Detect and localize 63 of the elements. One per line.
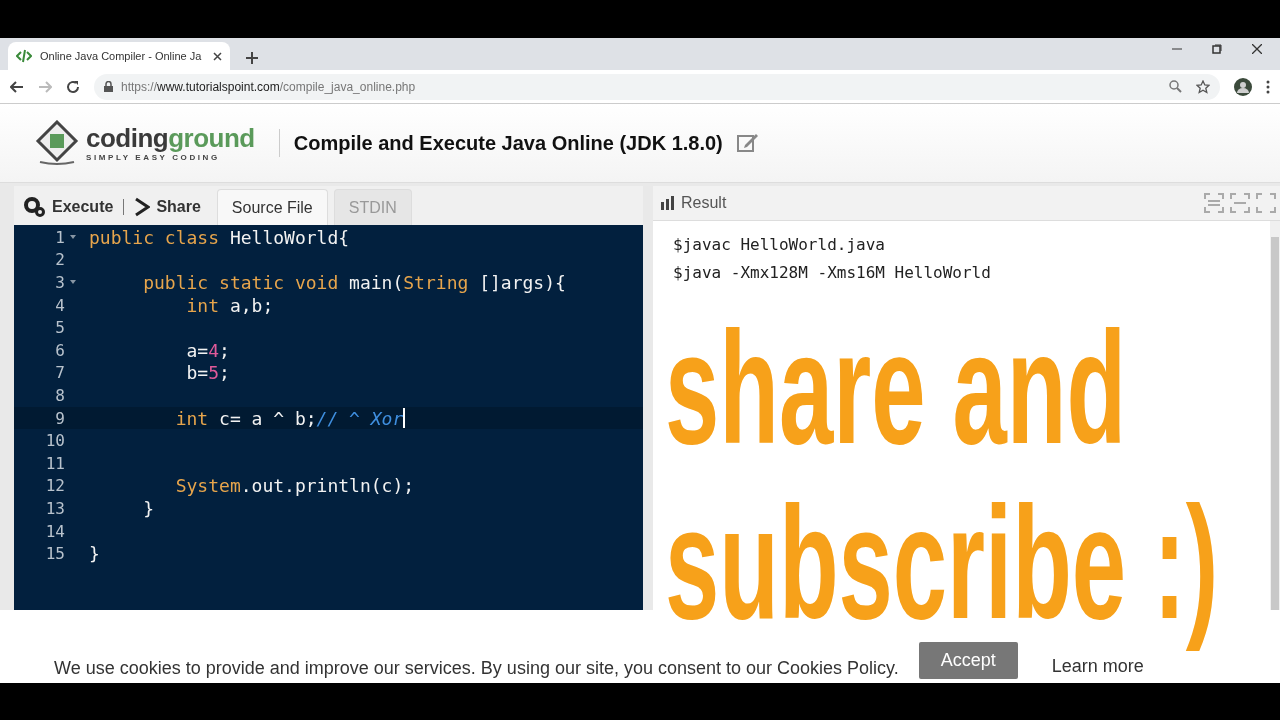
learn-more-link[interactable]: Learn more <box>1051 656 1144 679</box>
bar-chart-icon <box>661 196 677 210</box>
page-title: Compile and Execute Java Online (JDK 1.8.0) <box>293 131 723 155</box>
star-icon[interactable] <box>1196 79 1210 94</box>
code-icon <box>16 49 32 63</box>
output-line: $java -Xmx128M -Xms16M HelloWorld <box>673 263 992 282</box>
logo-icon <box>34 120 80 166</box>
line-number: 12 <box>44 476 65 496</box>
line-number: 1 <box>54 227 65 247</box>
fold-arrow-icon[interactable] <box>69 234 77 241</box>
code-line: int a,b; <box>185 294 274 316</box>
line-number: 6 <box>54 340 65 360</box>
zoom-icon[interactable] <box>1169 80 1182 93</box>
code-line: int c= a ^ b;// ^ Xor <box>174 407 404 429</box>
chevron-icon <box>134 197 151 217</box>
avatar-icon[interactable] <box>1234 77 1252 96</box>
line-number: 15 <box>44 544 65 564</box>
code-line: } <box>89 543 100 565</box>
code-line: } <box>142 497 155 519</box>
line-number: 11 <box>44 453 65 473</box>
logo-wordmark: codingground <box>86 124 255 151</box>
edit-icon[interactable] <box>736 133 759 153</box>
text-cursor <box>403 408 406 429</box>
execute-button[interactable]: Execute <box>24 199 125 215</box>
line-number: 10 <box>44 431 65 451</box>
output-line: $javac HelloWorld.java <box>673 235 886 254</box>
line-number: 4 <box>54 295 65 315</box>
code-line: a=4; <box>185 339 230 361</box>
address-bar[interactable]: https://www.tutorialspoint.com/compile_java_online.php <box>94 73 1220 100</box>
gears-icon <box>24 197 46 217</box>
line-number: 5 <box>54 318 65 338</box>
tab-title: Online Java Compiler - Online Ja <box>40 50 203 62</box>
close-icon[interactable] <box>1252 44 1262 54</box>
scrollbar[interactable] <box>1270 221 1280 610</box>
share-button[interactable]: Share <box>134 199 211 215</box>
logo-tagline: SIMPLY EASY CODING <box>86 152 221 162</box>
line-number: 8 <box>54 385 65 405</box>
menu-icon[interactable] <box>1266 79 1270 94</box>
code-line: public static void main(String []args){ <box>142 272 566 293</box>
line-number: 2 <box>54 250 65 270</box>
line-number: 7 <box>54 363 65 383</box>
editor-tab[interactable]: Source File <box>216 189 328 225</box>
line-number: 13 <box>44 498 65 518</box>
lock-icon <box>104 81 113 92</box>
new-tab-icon[interactable] <box>246 52 258 64</box>
line-number: 9 <box>54 408 65 428</box>
accept-button[interactable]: Accept <box>918 642 1018 679</box>
code-line: b=5; <box>185 362 230 384</box>
code-editor[interactable]: 1 public class HelloWorld{ 2 3 public static void main(String []args){ 4 int a,b; 5 6 a=4; 7 b=5; 8 9 int c= a ^ b;// ^ Xor 10 11 12 System.out.println(c); 13 } 14 15 } <box>14 225 643 610</box>
reload-icon[interactable] <box>66 79 80 94</box>
line-number: 14 <box>44 521 65 541</box>
restore-icon[interactable] <box>1212 44 1222 54</box>
cookie-message: We use cookies to provide and improve our services. By using our site, you consent to our Cookies Policy. <box>54 658 899 679</box>
back-arrow-icon[interactable] <box>10 80 24 93</box>
url-text: https://www.tutorialspoint.com/compile_java_online.php <box>121 79 416 94</box>
result-title: Result <box>681 194 727 212</box>
overlay-caption: share and <box>665 300 1128 475</box>
close-icon[interactable] <box>213 51 222 61</box>
browser-tab[interactable]: Online Java Compiler - Online Ja <box>8 42 230 70</box>
code-line: System.out.println(c); <box>174 475 415 497</box>
fold-arrow-icon[interactable] <box>69 279 77 286</box>
line-number: 3 <box>54 273 65 292</box>
code-line: public class HelloWorld{ <box>89 226 350 248</box>
